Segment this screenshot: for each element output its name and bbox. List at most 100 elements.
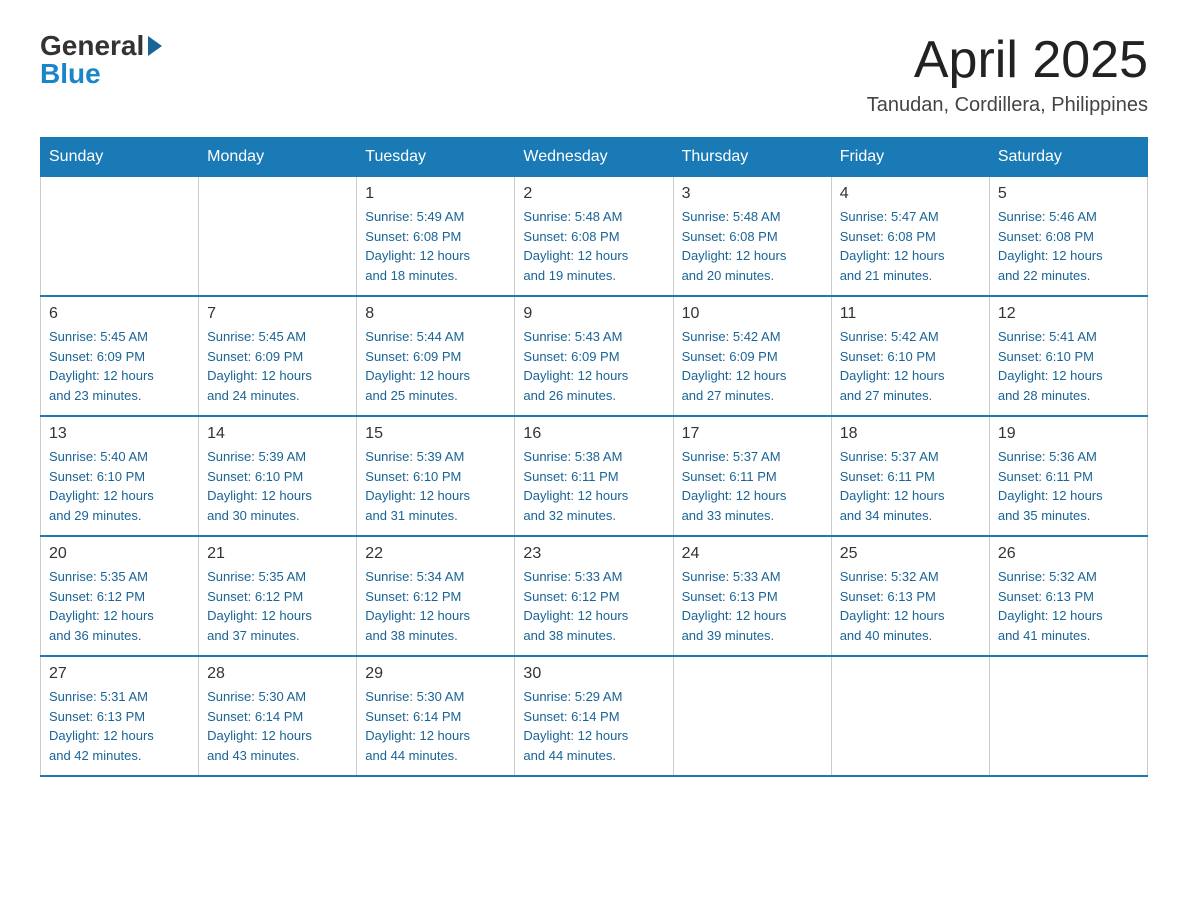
- day-info: Sunrise: 5:46 AM Sunset: 6:08 PM Dayligh…: [998, 207, 1139, 285]
- calendar-day-cell: [41, 177, 199, 297]
- day-number: 3: [682, 185, 823, 203]
- calendar-week-row: 13 Sunrise: 5:40 AM Sunset: 6:10 PM Dayli…: [41, 416, 1148, 536]
- day-number: 5: [998, 185, 1139, 203]
- day-info: Sunrise: 5:42 AM Sunset: 6:10 PM Dayligh…: [840, 327, 981, 405]
- weekday-header-monday: Monday: [199, 138, 357, 177]
- calendar-day-cell: 13 Sunrise: 5:40 AM Sunset: 6:10 PM Dayli…: [41, 416, 199, 536]
- day-info: Sunrise: 5:30 AM Sunset: 6:14 PM Dayligh…: [365, 687, 506, 765]
- day-number: 30: [523, 665, 664, 683]
- day-info: Sunrise: 5:30 AM Sunset: 6:14 PM Dayligh…: [207, 687, 348, 765]
- calendar-table: SundayMondayTuesdayWednesdayThursdayFrid…: [40, 137, 1148, 777]
- month-title: April 2025: [867, 30, 1148, 90]
- weekday-header-tuesday: Tuesday: [357, 138, 515, 177]
- day-number: 14: [207, 425, 348, 443]
- day-number: 6: [49, 305, 190, 323]
- weekday-header-friday: Friday: [831, 138, 989, 177]
- calendar-day-cell: 8 Sunrise: 5:44 AM Sunset: 6:09 PM Daylig…: [357, 296, 515, 416]
- calendar-day-cell: 10Sunrise: 5:42 AM Sunset: 6:09 PM Dayli…: [673, 296, 831, 416]
- day-info: Sunrise: 5:36 AM Sunset: 6:11 PM Dayligh…: [998, 447, 1139, 525]
- day-info: Sunrise: 5:34 AM Sunset: 6:12 PM Dayligh…: [365, 567, 506, 645]
- calendar-day-cell: 19 Sunrise: 5:36 AM Sunset: 6:11 PM Dayli…: [989, 416, 1147, 536]
- calendar-day-cell: 14 Sunrise: 5:39 AM Sunset: 6:10 PM Dayli…: [199, 416, 357, 536]
- calendar-day-cell: [831, 656, 989, 776]
- day-number: 29: [365, 665, 506, 683]
- day-info: Sunrise: 5:37 AM Sunset: 6:11 PM Dayligh…: [682, 447, 823, 525]
- day-number: 17: [682, 425, 823, 443]
- day-info: Sunrise: 5:31 AM Sunset: 6:13 PM Dayligh…: [49, 687, 190, 765]
- day-number: 2: [523, 185, 664, 203]
- calendar-day-cell: 26 Sunrise: 5:32 AM Sunset: 6:13 PM Dayli…: [989, 536, 1147, 656]
- day-info: Sunrise: 5:37 AM Sunset: 6:11 PM Dayligh…: [840, 447, 981, 525]
- day-info: Sunrise: 5:40 AM Sunset: 6:10 PM Dayligh…: [49, 447, 190, 525]
- day-number: 25: [840, 545, 981, 563]
- day-number: 19: [998, 425, 1139, 443]
- day-info: Sunrise: 5:48 AM Sunset: 6:08 PM Dayligh…: [682, 207, 823, 285]
- calendar-day-cell: 17 Sunrise: 5:37 AM Sunset: 6:11 PM Dayli…: [673, 416, 831, 536]
- calendar-day-cell: 27 Sunrise: 5:31 AM Sunset: 6:13 PM Dayli…: [41, 656, 199, 776]
- day-info: Sunrise: 5:32 AM Sunset: 6:13 PM Dayligh…: [840, 567, 981, 645]
- day-number: 24: [682, 545, 823, 563]
- day-info: Sunrise: 5:39 AM Sunset: 6:10 PM Dayligh…: [207, 447, 348, 525]
- calendar-day-cell: 30Sunrise: 5:29 AM Sunset: 6:14 PM Dayli…: [515, 656, 673, 776]
- calendar-day-cell: 2Sunrise: 5:48 AM Sunset: 6:08 PM Daylig…: [515, 177, 673, 297]
- day-number: 12: [998, 305, 1139, 323]
- calendar-day-cell: 29 Sunrise: 5:30 AM Sunset: 6:14 PM Dayli…: [357, 656, 515, 776]
- location-text: Tanudan, Cordillera, Philippines: [867, 94, 1148, 117]
- calendar-day-cell: 28 Sunrise: 5:30 AM Sunset: 6:14 PM Dayli…: [199, 656, 357, 776]
- calendar-day-cell: 23 Sunrise: 5:33 AM Sunset: 6:12 PM Dayli…: [515, 536, 673, 656]
- calendar-day-cell: 15Sunrise: 5:39 AM Sunset: 6:10 PM Dayli…: [357, 416, 515, 536]
- weekday-header-wednesday: Wednesday: [515, 138, 673, 177]
- day-number: 22: [365, 545, 506, 563]
- day-info: Sunrise: 5:33 AM Sunset: 6:13 PM Dayligh…: [682, 567, 823, 645]
- day-info: Sunrise: 5:44 AM Sunset: 6:09 PM Dayligh…: [365, 327, 506, 405]
- weekday-header-thursday: Thursday: [673, 138, 831, 177]
- calendar-day-cell: 9Sunrise: 5:43 AM Sunset: 6:09 PM Daylig…: [515, 296, 673, 416]
- day-number: 8: [365, 305, 506, 323]
- calendar-day-cell: 22 Sunrise: 5:34 AM Sunset: 6:12 PM Dayli…: [357, 536, 515, 656]
- day-info: Sunrise: 5:45 AM Sunset: 6:09 PM Dayligh…: [49, 327, 190, 405]
- calendar-day-cell: [989, 656, 1147, 776]
- day-number: 28: [207, 665, 348, 683]
- calendar-day-cell: 21Sunrise: 5:35 AM Sunset: 6:12 PM Dayli…: [199, 536, 357, 656]
- weekday-header-sunday: Sunday: [41, 138, 199, 177]
- calendar-day-cell: 4 Sunrise: 5:47 AM Sunset: 6:08 PM Daylig…: [831, 177, 989, 297]
- day-number: 10: [682, 305, 823, 323]
- calendar-day-cell: 12 Sunrise: 5:41 AM Sunset: 6:10 PM Dayli…: [989, 296, 1147, 416]
- day-info: Sunrise: 5:49 AM Sunset: 6:08 PM Dayligh…: [365, 207, 506, 285]
- calendar-day-cell: [673, 656, 831, 776]
- day-info: Sunrise: 5:39 AM Sunset: 6:10 PM Dayligh…: [365, 447, 506, 525]
- calendar-day-cell: 11 Sunrise: 5:42 AM Sunset: 6:10 PM Dayli…: [831, 296, 989, 416]
- day-number: 7: [207, 305, 348, 323]
- day-number: 4: [840, 185, 981, 203]
- title-area: April 2025 Tanudan, Cordillera, Philippi…: [867, 30, 1148, 117]
- calendar-body: 1Sunrise: 5:49 AM Sunset: 6:08 PM Daylig…: [41, 177, 1148, 777]
- calendar-day-cell: 3 Sunrise: 5:48 AM Sunset: 6:08 PM Daylig…: [673, 177, 831, 297]
- calendar-week-row: 6 Sunrise: 5:45 AM Sunset: 6:09 PM Daylig…: [41, 296, 1148, 416]
- day-number: 11: [840, 305, 981, 323]
- calendar-day-cell: 6 Sunrise: 5:45 AM Sunset: 6:09 PM Daylig…: [41, 296, 199, 416]
- calendar-day-cell: 20 Sunrise: 5:35 AM Sunset: 6:12 PM Dayli…: [41, 536, 199, 656]
- calendar-day-cell: 25 Sunrise: 5:32 AM Sunset: 6:13 PM Dayli…: [831, 536, 989, 656]
- day-info: Sunrise: 5:32 AM Sunset: 6:13 PM Dayligh…: [998, 567, 1139, 645]
- calendar-day-cell: 7 Sunrise: 5:45 AM Sunset: 6:09 PM Daylig…: [199, 296, 357, 416]
- day-number: 23: [523, 545, 664, 563]
- calendar-week-row: 20 Sunrise: 5:35 AM Sunset: 6:12 PM Dayli…: [41, 536, 1148, 656]
- day-info: Sunrise: 5:35 AM Sunset: 6:12 PM Dayligh…: [207, 567, 348, 645]
- day-info: Sunrise: 5:47 AM Sunset: 6:08 PM Dayligh…: [840, 207, 981, 285]
- day-info: Sunrise: 5:45 AM Sunset: 6:09 PM Dayligh…: [207, 327, 348, 405]
- day-number: 9: [523, 305, 664, 323]
- weekday-header-row: SundayMondayTuesdayWednesdayThursdayFrid…: [41, 138, 1148, 177]
- day-number: 27: [49, 665, 190, 683]
- day-info: Sunrise: 5:38 AM Sunset: 6:11 PM Dayligh…: [523, 447, 664, 525]
- day-number: 26: [998, 545, 1139, 563]
- day-number: 18: [840, 425, 981, 443]
- day-info: Sunrise: 5:41 AM Sunset: 6:10 PM Dayligh…: [998, 327, 1139, 405]
- day-info: Sunrise: 5:35 AM Sunset: 6:12 PM Dayligh…: [49, 567, 190, 645]
- day-number: 20: [49, 545, 190, 563]
- day-info: Sunrise: 5:33 AM Sunset: 6:12 PM Dayligh…: [523, 567, 664, 645]
- calendar-day-cell: [199, 177, 357, 297]
- day-number: 13: [49, 425, 190, 443]
- calendar-header: SundayMondayTuesdayWednesdayThursdayFrid…: [41, 138, 1148, 177]
- logo: General Blue: [40, 30, 162, 90]
- calendar-day-cell: 24 Sunrise: 5:33 AM Sunset: 6:13 PM Dayli…: [673, 536, 831, 656]
